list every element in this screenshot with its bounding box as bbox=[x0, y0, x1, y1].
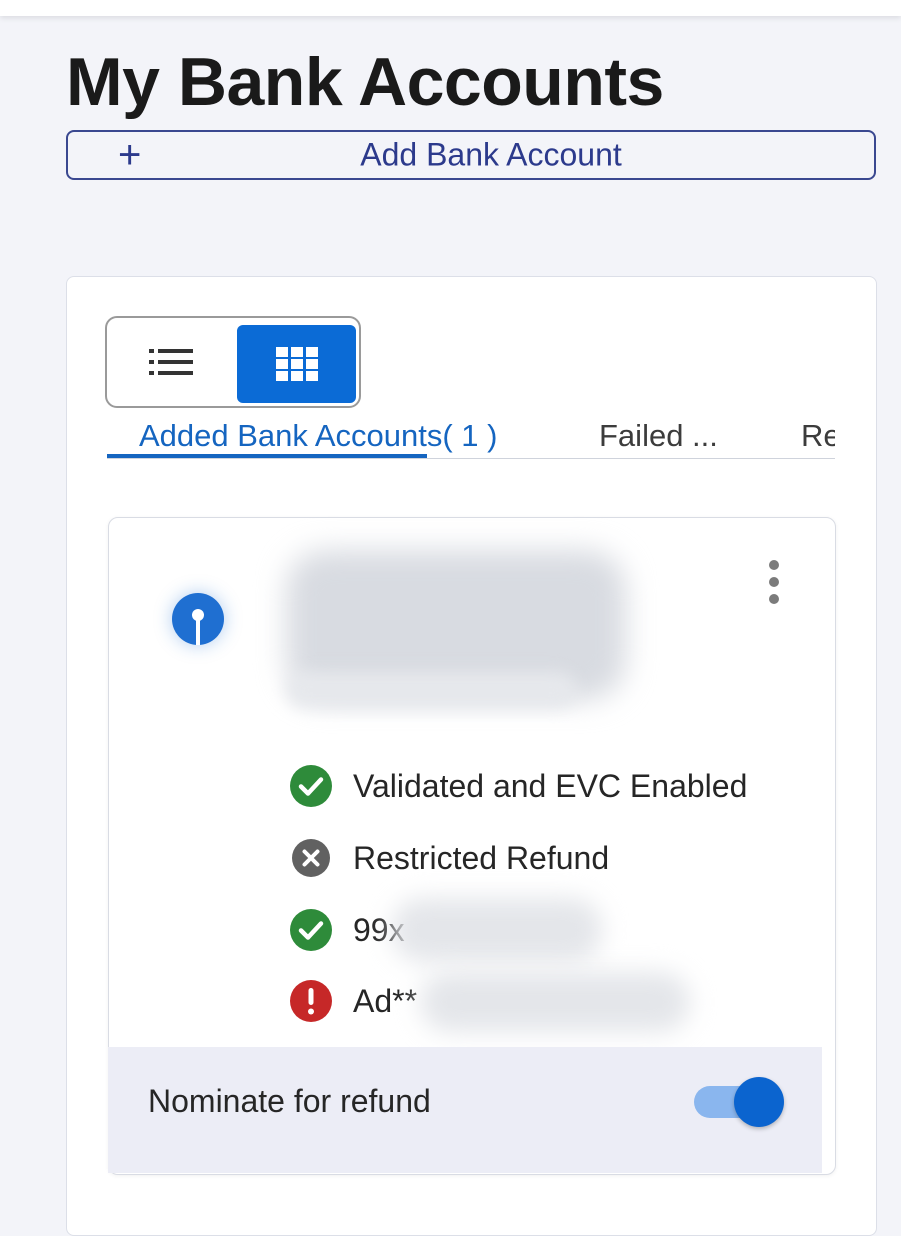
redacted-account-holder bbox=[286, 672, 576, 708]
add-bank-account-button[interactable]: + Add Bank Account bbox=[66, 130, 876, 180]
tab-failed[interactable]: Failed ... bbox=[599, 414, 718, 458]
top-app-bar bbox=[0, 0, 901, 16]
nominate-refund-row: Nominate for refund bbox=[108, 1047, 822, 1173]
cancel-circle-icon bbox=[289, 836, 333, 880]
redacted-email bbox=[420, 972, 690, 1032]
account-tabs: Added Bank Accounts( 1 ) Failed ... Re bbox=[107, 414, 835, 459]
check-circle-icon bbox=[289, 764, 333, 808]
status-restricted-refund-text: Restricted Refund bbox=[353, 840, 610, 876]
nominate-refund-label: Nominate for refund bbox=[148, 1083, 431, 1119]
list-view-icon bbox=[149, 349, 193, 375]
check-circle-icon bbox=[289, 908, 333, 952]
tab-re[interactable]: Re bbox=[801, 414, 835, 458]
error-circle-icon bbox=[289, 979, 333, 1023]
grid-view-button[interactable] bbox=[237, 325, 356, 403]
grid-view-icon bbox=[275, 347, 318, 381]
add-bank-account-label: Add Bank Account bbox=[360, 136, 622, 173]
tab-added-bank-accounts[interactable]: Added Bank Accounts( 1 ) bbox=[139, 414, 497, 458]
view-toggle bbox=[105, 316, 361, 408]
page-title: My Bank Accounts bbox=[66, 44, 664, 120]
sbi-bank-logo-icon bbox=[172, 593, 224, 645]
list-view-button[interactable] bbox=[115, 326, 227, 398]
status-validated-text: Validated and EVC Enabled bbox=[353, 768, 748, 804]
toggle-thumb bbox=[734, 1077, 784, 1127]
nominate-refund-toggle[interactable] bbox=[694, 1077, 786, 1127]
more-vertical-icon[interactable] bbox=[756, 556, 792, 608]
active-tab-indicator bbox=[107, 454, 427, 458]
redacted-mobile-number bbox=[392, 898, 602, 962]
status-email-text: Ad** bbox=[353, 983, 418, 1019]
